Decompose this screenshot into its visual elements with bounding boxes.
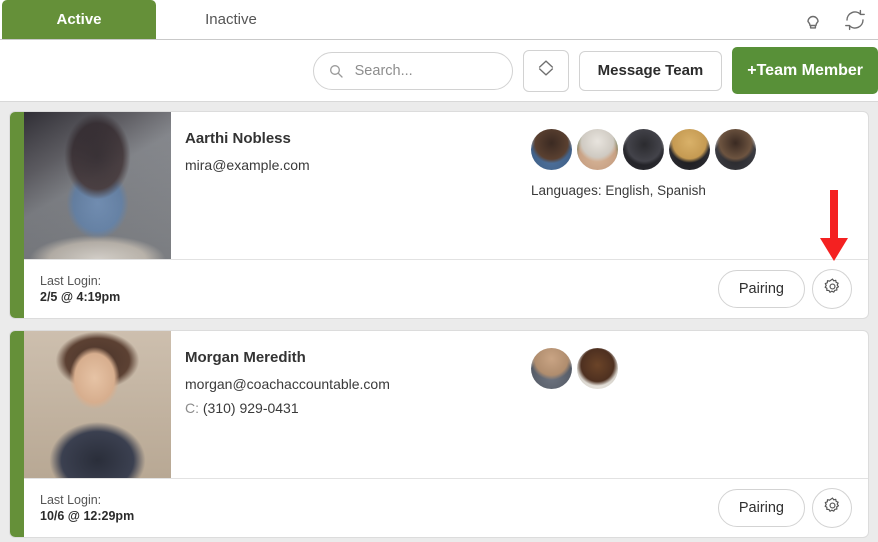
lightbulb-icon[interactable] (800, 7, 826, 33)
card-body: Morgan Meredith morgan@coachaccountable.… (24, 331, 868, 537)
member-name: Aarthi Nobless (185, 130, 291, 147)
pairing-button[interactable]: Pairing (717, 489, 805, 527)
avatar[interactable] (577, 348, 618, 389)
avatar[interactable] (669, 129, 710, 170)
tab-inactive[interactable]: Inactive (156, 0, 306, 39)
member-email[interactable]: mira@example.com (185, 157, 523, 173)
member-name: Morgan Meredith (185, 349, 306, 366)
member-info: Morgan Meredith morgan@coachaccountable.… (171, 331, 523, 478)
message-team-button[interactable]: Message Team (578, 50, 723, 91)
avatar[interactable] (531, 348, 572, 389)
card-status-accent-bar (10, 331, 24, 537)
last-login-value: 10/6 @ 12:29pm (40, 509, 135, 523)
member-phone[interactable]: C: (310) 929-0431 (185, 400, 523, 416)
settings-gear-button[interactable] (812, 488, 852, 528)
team-member-card[interactable]: Aarthi Nobless mira@example.com Language… (9, 111, 869, 319)
client-avatar-group (531, 129, 868, 170)
avatar[interactable] (531, 129, 572, 170)
avatar[interactable] (715, 129, 756, 170)
team-member-list: Aarthi Nobless mira@example.com Language… (0, 102, 878, 542)
refresh-icon[interactable] (842, 7, 868, 33)
card-footer: Last Login: 10/6 @ 12:29pm Pairing (24, 479, 868, 537)
member-phone-value: (310) 929-0431 (202, 400, 299, 416)
search-icon (328, 63, 344, 79)
last-login-label: Last Login: (40, 493, 102, 507)
search-input[interactable] (352, 61, 498, 80)
member-side-panel (523, 331, 868, 478)
sort-button[interactable] (522, 49, 569, 92)
sort-diamond-icon (535, 57, 557, 84)
pairing-button[interactable]: Pairing (717, 270, 805, 308)
card-status-accent-bar (10, 112, 24, 318)
avatar[interactable] (577, 129, 618, 170)
tab-active[interactable]: Active (2, 0, 156, 39)
gear-icon (823, 277, 842, 301)
member-info: Aarthi Nobless mira@example.com (171, 112, 523, 259)
tab-bar: Active Inactive (0, 0, 878, 40)
last-login-value: 2/5 @ 4:19pm (40, 290, 121, 304)
card-body: Aarthi Nobless mira@example.com Language… (24, 112, 868, 318)
client-avatar-group (531, 348, 868, 389)
header-icon-group (800, 0, 868, 39)
card-main: Morgan Meredith morgan@coachaccountable.… (24, 331, 868, 479)
card-footer: Last Login: 2/5 @ 4:19pm Pairing (24, 260, 868, 318)
toolbar: Message Team +Team Member (0, 40, 878, 102)
member-email[interactable]: morgan@coachaccountable.com (185, 376, 523, 392)
add-team-member-button[interactable]: +Team Member (732, 47, 878, 94)
member-side-panel: Languages: English, Spanish (523, 112, 868, 259)
last-login-block: Last Login: 2/5 @ 4:19pm (40, 273, 120, 305)
team-member-card[interactable]: Morgan Meredith morgan@coachaccountable.… (9, 330, 869, 538)
card-main: Aarthi Nobless mira@example.com Language… (24, 112, 868, 260)
avatar[interactable] (623, 129, 664, 170)
member-phone-label: C: (185, 400, 199, 416)
settings-gear-button[interactable] (812, 269, 852, 309)
last-login-block: Last Login: 10/6 @ 12:29pm (40, 492, 134, 524)
search-box[interactable] (312, 51, 513, 90)
gear-icon (823, 496, 842, 520)
member-languages: Languages: English, Spanish (531, 183, 706, 198)
last-login-label: Last Login: (40, 274, 102, 288)
member-photo (24, 331, 171, 478)
member-photo (24, 112, 171, 259)
